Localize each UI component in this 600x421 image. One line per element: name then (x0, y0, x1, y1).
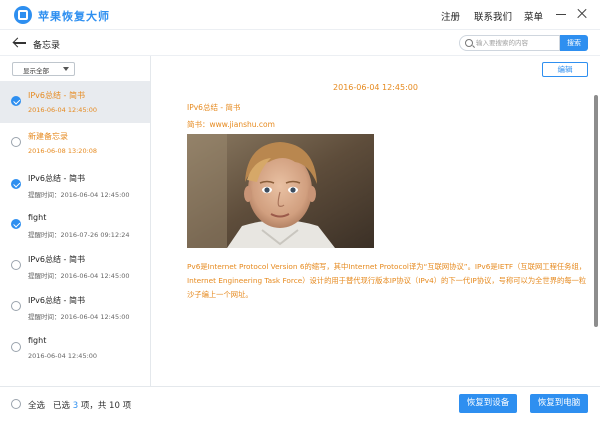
note-title: IPv6总结 - 简书 (28, 174, 85, 183)
item-checkbox[interactable] (11, 301, 21, 311)
selected-prefix: 已选 (53, 401, 71, 411)
item-checkbox[interactable] (11, 342, 21, 352)
chevron-down-icon (63, 67, 69, 71)
note-title: IPv6总结 - 简书 (28, 296, 85, 305)
item-checkbox[interactable] (11, 219, 21, 229)
detail-date: 2016-06-04 12:45:00 (333, 83, 418, 92)
restore-to-device-button[interactable]: 恢复到设备 (459, 394, 517, 413)
list-item[interactable]: IPv6总结 - 简书 提醒时间：2016-06-04 12:45:00 (0, 286, 150, 328)
search-input[interactable] (476, 37, 558, 49)
item-checkbox[interactable] (11, 137, 21, 147)
note-reminder: 提醒时间：2016-07-26 09:12:24 (28, 231, 130, 239)
minimize-icon[interactable] (553, 6, 569, 22)
detail-body: Pv6是Internet Protocol Version 6的缩写，其中Int… (187, 262, 587, 299)
note-photo (187, 134, 374, 248)
note-date: 2016-06-04 12:45:00 (28, 106, 98, 114)
list-item[interactable]: IPv6总结 - 简书 提醒时间：2016-06-04 12:45:00 (0, 164, 150, 206)
close-icon[interactable] (574, 6, 590, 22)
note-reminder: 提醒时间：2016-06-04 12:45:00 (28, 191, 130, 199)
list-item[interactable]: fight 2016-06-04 12:45:00 (0, 327, 150, 369)
note-title: IPv6总结 - 简书 (28, 255, 85, 264)
selection-summary: 已选 3 项，共 10 项 (53, 399, 131, 411)
note-reminder: 提醒时间：2016-06-04 12:45:00 (28, 272, 130, 280)
search-button[interactable]: 搜索 (560, 35, 588, 51)
note-title: fight (28, 213, 47, 222)
back-arrow-icon[interactable] (12, 37, 27, 49)
list-item[interactable]: IPv6总结 - 简书 提醒时间：2016-06-04 12:45:00 (0, 245, 150, 287)
search-box (459, 35, 560, 51)
select-all-label: 全选 (28, 401, 46, 411)
register-link[interactable]: 注册 (441, 9, 460, 23)
filter-dropdown[interactable]: 显示全部 (12, 62, 75, 76)
note-title: fight (28, 336, 47, 345)
app-title: 苹果恢复大师 (38, 10, 110, 23)
item-checkbox[interactable] (11, 96, 21, 106)
filter-label: 显示全部 (23, 67, 49, 75)
selected-suffix: 项，共 10 项 (80, 401, 132, 411)
search-icon (465, 39, 473, 47)
item-checkbox[interactable] (11, 260, 21, 270)
edit-button[interactable]: 编辑 (542, 62, 588, 77)
list-item[interactable]: fight 提醒时间：2016-07-26 09:12:24 (0, 204, 150, 246)
note-date: 2016-06-08 13:20:08 (28, 147, 98, 155)
app-logo-icon (14, 6, 32, 24)
boy-portrait-image (187, 134, 374, 248)
detail-source: 简书：www.jianshu.com (187, 120, 275, 129)
list-item[interactable]: 新建备忘录 2016-06-08 13:20:08 (0, 122, 150, 164)
title-bar: 苹果恢复大师 注册 联系我们 菜单 (0, 0, 600, 30)
menu-link[interactable]: 菜单 (524, 9, 543, 23)
detail-title: IPv6总结 - 简书 (187, 103, 241, 112)
note-title: 新建备忘录 (28, 132, 68, 141)
detail-scrollbar[interactable] (594, 95, 598, 327)
contact-us-link[interactable]: 联系我们 (474, 9, 512, 23)
note-reminder: 提醒时间：2016-06-04 12:45:00 (28, 313, 130, 321)
selected-count: 3 (72, 401, 79, 411)
page-title: 备忘录 (33, 41, 61, 51)
restore-to-pc-button[interactable]: 恢复到电脑 (530, 394, 588, 413)
note-date: 2016-06-04 12:45:00 (28, 352, 98, 360)
select-all-checkbox[interactable] (11, 399, 21, 409)
item-checkbox[interactable] (11, 179, 21, 189)
